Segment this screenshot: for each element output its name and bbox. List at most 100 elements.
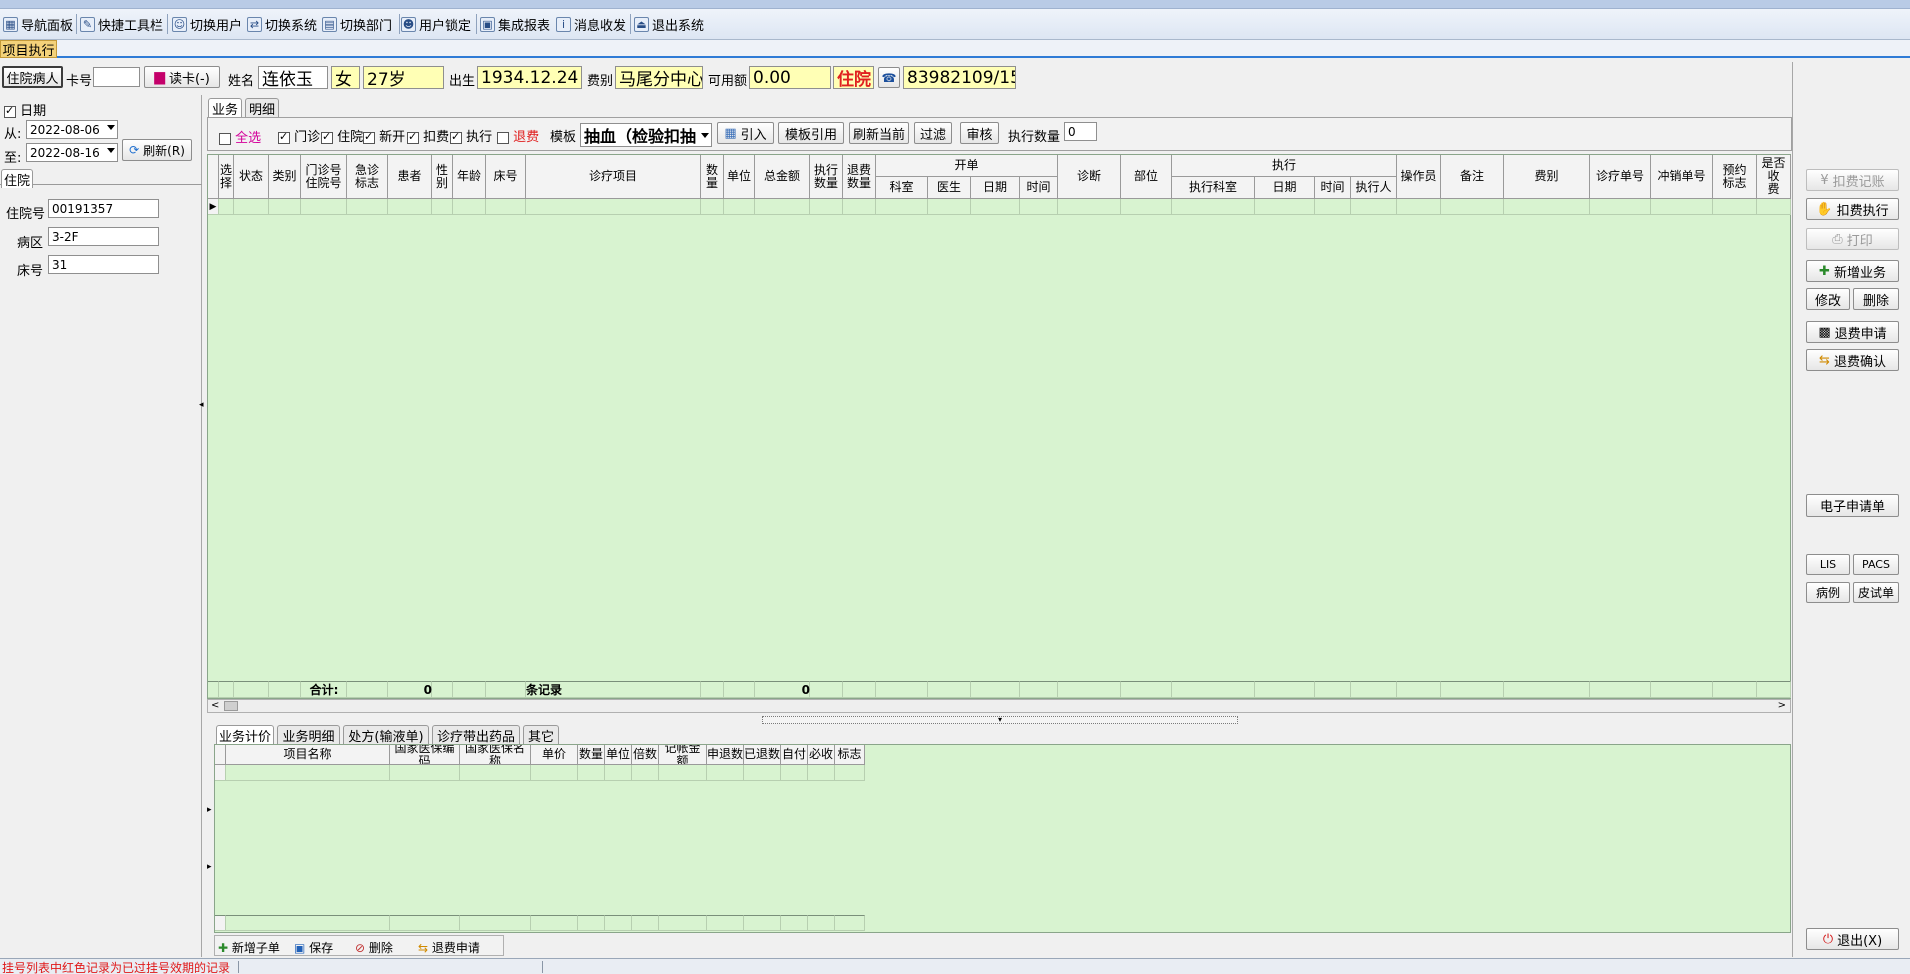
refund-confirm-button[interactable]: ⇆ 退费确认	[1806, 349, 1899, 371]
sub-column-header-item-name[interactable]: 项目名称	[226, 745, 390, 765]
outpatient-filter[interactable]: 门诊	[278, 126, 320, 145]
refund-filter[interactable]: 退费	[497, 126, 539, 145]
sub-grid-cell[interactable]	[578, 765, 605, 781]
sub-grid-cell[interactable]	[781, 765, 808, 781]
grid-cell[interactable]	[1172, 199, 1255, 215]
outpatient-checkbox[interactable]	[278, 130, 290, 144]
pricing-grid[interactable]: 项目名称 国家医保编码 国家医保名称 单价 数量 单位 倍数 记帐金额 申退数 已退数 自付 必收 标志	[214, 744, 1791, 933]
grid-cell[interactable]	[971, 199, 1020, 215]
date-filter[interactable]: 日期	[4, 100, 46, 119]
toolbar-exit-button[interactable]: ⏏ 退出系统	[634, 12, 704, 36]
from-date-picker[interactable]: 2022-08-06	[26, 120, 118, 139]
sub-grid-cell[interactable]	[226, 765, 390, 781]
grid-cell[interactable]	[928, 199, 971, 215]
toolbar-switch-dept-button[interactable]: ▤ 切换部门	[322, 12, 392, 36]
sub-column-header-refund-apply[interactable]: 申退数	[707, 745, 744, 765]
tab-drugs[interactable]: 诊疗带出药品	[432, 725, 520, 745]
select-all-filter[interactable]: 全选	[219, 127, 261, 146]
column-header-visit-no[interactable]: 门诊号 住院号	[301, 155, 347, 199]
exit-button[interactable]: ⏻ 退出(X)	[1806, 928, 1899, 950]
to-date-picker[interactable]: 2022-08-16	[26, 143, 118, 162]
tab-prescription[interactable]: 处方(输液单)	[343, 725, 429, 745]
column-header-charged[interactable]: 是否收 费	[1757, 155, 1791, 199]
sub-grid-cell[interactable]	[215, 765, 226, 781]
column-header-qty[interactable]: 数量	[701, 155, 724, 199]
doc-tab-project-exec[interactable]: 项目执行	[0, 40, 57, 59]
toolbar-report-button[interactable]: ▣ 集成报表	[480, 12, 550, 36]
sub-column-header-refunded[interactable]: 已退数	[744, 745, 781, 765]
sub-column-header-price[interactable]: 单价	[531, 745, 578, 765]
horizontal-scrollbar[interactable]: < >	[207, 699, 1791, 713]
audit-button[interactable]: 审核	[960, 122, 999, 144]
column-header-item[interactable]: 诊疗项目	[526, 155, 701, 199]
grid-cell[interactable]	[1058, 199, 1121, 215]
column-header-refund-qty[interactable]: 退费 数量	[843, 155, 876, 199]
column-header-patient[interactable]: 患者	[388, 155, 432, 199]
grid-cell[interactable]	[1020, 199, 1058, 215]
column-header-time[interactable]: 时间	[1020, 177, 1058, 199]
sub-column-header-flag[interactable]: 标志	[835, 745, 865, 765]
grid-cell[interactable]	[1590, 199, 1651, 215]
grid-cell[interactable]	[1255, 199, 1315, 215]
column-header-bed[interactable]: 床号	[486, 155, 526, 199]
toolbar-switch-system-button[interactable]: ⇄ 切换系统	[247, 12, 317, 36]
column-header-emergency[interactable]: 急诊 标志	[347, 155, 388, 199]
grid-cell[interactable]	[1713, 199, 1757, 215]
sub-refund-apply-button[interactable]: ⇆ 退费申请	[418, 939, 480, 956]
sub-grid-cell[interactable]	[460, 765, 531, 781]
grid-cell[interactable]	[486, 199, 526, 215]
deduct-record-button[interactable]: ¥ 扣费记账	[1806, 169, 1899, 191]
sub-grid-cell[interactable]	[605, 765, 632, 781]
toolbar-lock-user-button[interactable]: ☻ 用户锁定	[401, 12, 471, 36]
sub-grid-cell[interactable]	[744, 765, 781, 781]
sub-column-header-unit[interactable]: 单位	[605, 745, 632, 765]
collapse-left-handle[interactable]: ◂	[199, 400, 205, 416]
scroll-thumb[interactable]	[224, 701, 238, 711]
grid-cell[interactable]	[810, 199, 843, 215]
grid-cell[interactable]	[701, 199, 724, 215]
sub-grid-cell[interactable]	[808, 765, 835, 781]
inpatient-checkbox[interactable]	[321, 130, 333, 144]
grid-cell[interactable]	[876, 199, 928, 215]
scroll-left-icon[interactable]: <	[211, 700, 219, 711]
tab-pricing[interactable]: 业务计价	[216, 725, 274, 745]
sub-column-header-ins-name[interactable]: 国家医保名称	[460, 745, 531, 765]
grid-cell[interactable]	[432, 199, 453, 215]
new-order-filter[interactable]: 新开	[363, 126, 405, 145]
import-button[interactable]: ▦ 引入	[717, 122, 774, 144]
sub-column-header-code[interactable]: 国家医保编码	[390, 745, 460, 765]
inpatient-no-field[interactable]: 00191357	[48, 199, 159, 218]
column-header-age[interactable]: 年龄	[453, 155, 486, 199]
tab-biz-detail[interactable]: 业务明细	[277, 725, 340, 745]
column-header-exec-dept[interactable]: 执行科室	[1172, 177, 1255, 199]
print-button[interactable]: ⎙ 打印	[1806, 228, 1899, 250]
business-grid[interactable]: 开单 执行 选择 状态 类别 门诊号 住院号 急诊 标志 患者 性别 年龄 床号 诊疗项目 数量 单位 总金…	[207, 154, 1791, 699]
column-header-unit[interactable]: 单位	[724, 155, 755, 199]
grid-cell[interactable]	[1351, 199, 1397, 215]
exec-qty-input[interactable]: 0	[1064, 122, 1097, 141]
modify-button[interactable]: 修改	[1806, 288, 1850, 310]
contact-card-icon[interactable]: ☎	[878, 67, 900, 88]
toolbar-switch-user-button[interactable]: ☺ 切换用户	[172, 12, 242, 36]
column-header-site[interactable]: 部位	[1121, 155, 1172, 199]
toolbar-toolbar-button[interactable]: ✎ 快捷工具栏	[80, 12, 163, 36]
sub-column-header-qty[interactable]: 数量	[578, 745, 605, 765]
tab-business[interactable]: 业务	[208, 98, 242, 118]
bed-field[interactable]: 31	[48, 255, 159, 274]
column-header-treat-no[interactable]: 诊疗单号	[1590, 155, 1651, 199]
column-header-fee-type[interactable]: 费别	[1504, 155, 1590, 199]
grid-cell[interactable]	[526, 199, 701, 215]
grid-cell[interactable]	[388, 199, 432, 215]
grid-cell[interactable]	[1757, 199, 1791, 215]
inpatient-filter[interactable]: 住院	[321, 126, 363, 145]
grid-cell[interactable]	[843, 199, 876, 215]
sub-column-header-multiple[interactable]: 倍数	[632, 745, 659, 765]
deduct-filter[interactable]: 扣费	[407, 126, 449, 145]
column-header-remark[interactable]: 备注	[1441, 155, 1504, 199]
column-header-dept[interactable]: 科室	[876, 177, 928, 199]
toolbar-nav-panel-button[interactable]: ▦ 导航面板	[3, 12, 73, 36]
column-header-date[interactable]: 日期	[971, 177, 1020, 199]
column-header-cancel-no[interactable]: 冲销单号	[1651, 155, 1713, 199]
grid-cell[interactable]	[234, 199, 269, 215]
execute-filter[interactable]: 执行	[450, 126, 492, 145]
